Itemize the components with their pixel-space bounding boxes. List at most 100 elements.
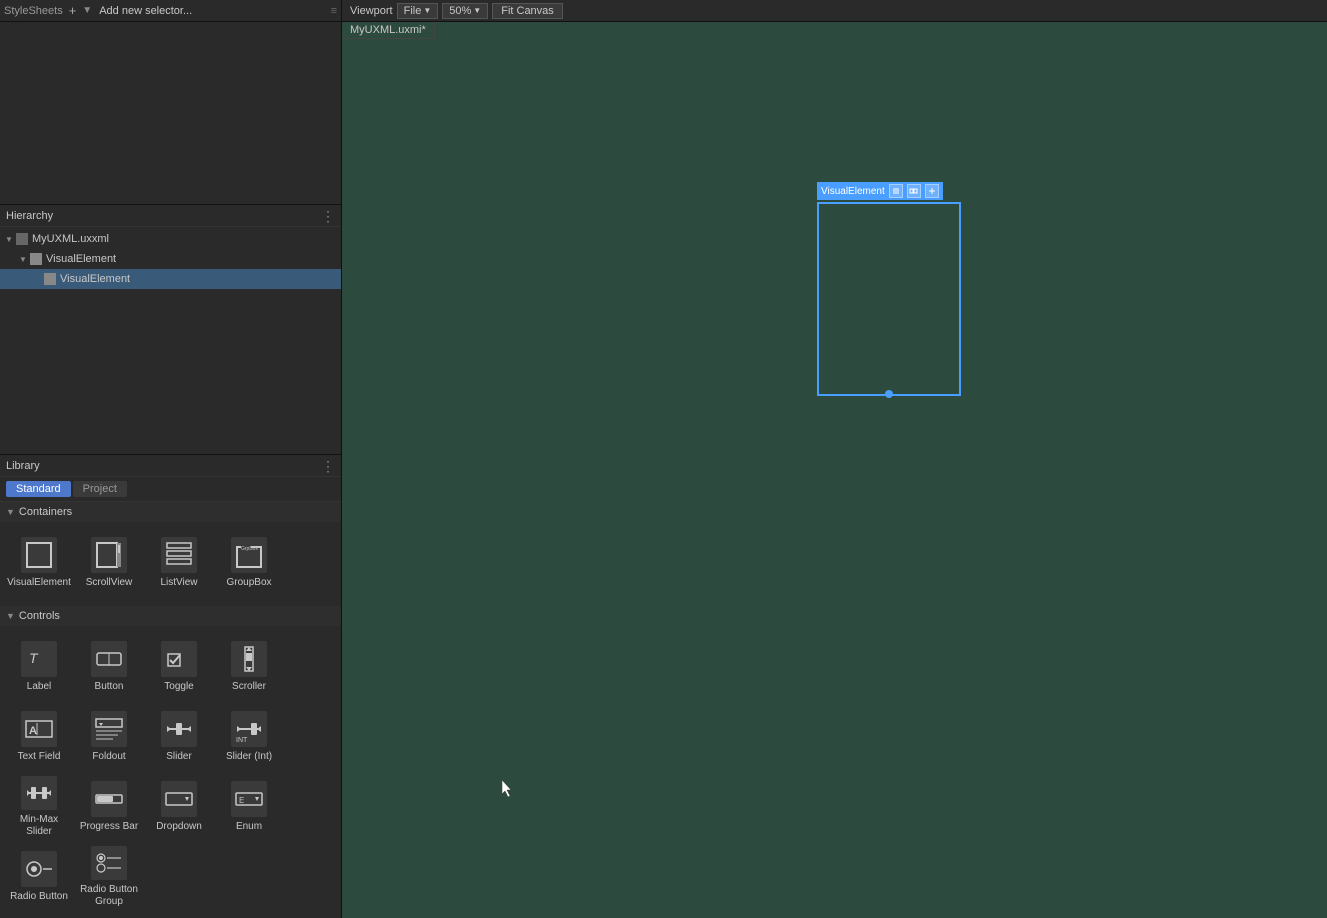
lib-item-groupbox[interactable]: GrpBox GroupBox — [214, 528, 284, 598]
dropdown-arrow-icon: ▼ — [82, 5, 92, 16]
containers-label: Containers — [19, 506, 72, 518]
canvas-area[interactable]: MyUXML.uxmi* VisualElement — [342, 22, 1327, 918]
textfield-icon: A — [21, 711, 57, 747]
category-controls: ▼ Controls T Label — [0, 606, 341, 918]
lib-item-rb-label: Radio Button — [10, 891, 68, 903]
lib-item-progress-bar[interactable]: Progress Bar — [74, 772, 144, 842]
hierarchy-menu-button[interactable]: ⋮ — [321, 209, 335, 223]
zoom-button[interactable]: 50% ▼ — [442, 3, 488, 19]
viewport-area: MyUXML.uxmi* VisualElement — [342, 22, 1327, 918]
tab-project[interactable]: Project — [73, 481, 127, 497]
viewport-label: Viewport — [350, 5, 393, 17]
controls-expand-icon: ▼ — [6, 611, 15, 621]
ve-resize-handle[interactable] — [885, 390, 893, 398]
category-controls-header[interactable]: ▼ Controls — [0, 606, 341, 626]
hierarchy-header: Hierarchy ⋮ — [0, 205, 341, 227]
file-dropdown-icon: ▼ — [423, 6, 431, 15]
visual-element-header: VisualElement — [817, 182, 943, 200]
lib-item-ve-label: VisualElement — [7, 577, 71, 589]
hierarchy-item-ve2[interactable]: ▶ VisualElement — [0, 269, 341, 289]
enum-icon: E — [231, 781, 267, 817]
lib-item-slider-int-label: Slider (Int) — [226, 751, 272, 763]
ve-btn-2[interactable] — [907, 184, 921, 198]
hierarchy-item-ve1[interactable]: ▼ VisualElement — [0, 249, 341, 269]
hierarchy-section: Hierarchy ⋮ ▼ MyUXML.uxxml ▼ VisualEleme… — [0, 205, 341, 455]
lib-item-button[interactable]: Button — [74, 632, 144, 702]
lib-item-label-label: Label — [27, 681, 51, 693]
main-content: Hierarchy ⋮ ▼ MyUXML.uxxml ▼ VisualEleme… — [0, 22, 1327, 918]
add-selector-label: Add new selector... — [99, 5, 192, 17]
lib-item-label[interactable]: T Label — [4, 632, 74, 702]
radio-button-group-icon — [91, 846, 127, 880]
lib-item-radio-button-group[interactable]: Radio Button Group — [74, 842, 144, 912]
library-content: ▼ Containers VisualElement — [0, 502, 341, 918]
lib-item-toggle[interactable]: Toggle — [144, 632, 214, 702]
library-tabs: Standard Project — [0, 477, 341, 502]
lib-item-tf-label: Text Field — [18, 751, 61, 763]
svg-text:E: E — [239, 796, 244, 805]
stylesheets-label: StyleSheets — [4, 5, 63, 17]
lib-item-slider[interactable]: Slider — [144, 702, 214, 772]
ve-content — [819, 204, 959, 394]
canvas-tab[interactable]: MyUXML.uxmi* — [342, 22, 435, 39]
file-label: File — [404, 5, 422, 17]
lib-item-toggle-label: Toggle — [164, 681, 193, 693]
add-selector-button[interactable]: + ▼ Add new selector... — [69, 3, 192, 18]
listview-icon — [161, 537, 197, 573]
radio-button-icon — [21, 851, 57, 887]
lib-item-scrollview[interactable]: ScrollView — [74, 528, 144, 598]
progress-bar-icon — [91, 781, 127, 817]
library-menu-button[interactable]: ⋮ — [321, 459, 335, 473]
svg-text:GrpBox: GrpBox — [241, 546, 258, 552]
lib-item-textfield[interactable]: A Text Field — [4, 702, 74, 772]
tab-standard[interactable]: Standard — [6, 481, 71, 497]
ve-btn-3[interactable] — [925, 184, 939, 198]
lib-item-minmax-slider[interactable]: Min-Max Slider — [4, 772, 74, 842]
ve-btn-1[interactable] — [889, 184, 903, 198]
lib-item-enum[interactable]: E Enum — [214, 772, 284, 842]
stylesheets-area — [0, 22, 341, 205]
category-containers: ▼ Containers VisualElement — [0, 502, 341, 604]
hierarchy-root-item[interactable]: ▼ MyUXML.uxxml — [0, 229, 341, 249]
stylesheets-menu-btn[interactable]: ≡ — [331, 5, 337, 17]
visual-element-icon — [21, 537, 57, 573]
lib-item-slider-label: Slider — [166, 751, 192, 763]
lib-item-lv-label: ListView — [160, 577, 197, 589]
hierarchy-title: Hierarchy — [6, 210, 53, 222]
canvas-visual-element[interactable]: VisualElement — [817, 202, 961, 396]
minmax-slider-icon — [21, 776, 57, 810]
lib-item-slider-int[interactable]: INT Slider (Int) — [214, 702, 284, 772]
svg-text:T: T — [29, 650, 39, 666]
slider-icon — [161, 711, 197, 747]
scrollview-icon — [91, 537, 127, 573]
lib-item-dropdown[interactable]: Dropdown — [144, 772, 214, 842]
fit-canvas-button[interactable]: Fit Canvas — [492, 3, 563, 19]
root-expand-icon: ▼ — [2, 232, 16, 246]
ve2-label: VisualElement — [60, 273, 130, 285]
top-bar: StyleSheets + ▼ Add new selector... ≡ Vi… — [0, 0, 1327, 22]
category-containers-header[interactable]: ▼ Containers — [0, 502, 341, 522]
fit-canvas-label: Fit Canvas — [501, 5, 554, 17]
toggle-icon — [161, 641, 197, 677]
dropdown-icon — [161, 781, 197, 817]
lib-item-mm-slider-label: Min-Max Slider — [6, 814, 72, 838]
viewport-header: Viewport File ▼ 50% ▼ Fit Canvas — [342, 0, 1327, 21]
cursor-indicator — [502, 780, 514, 798]
svg-text:A: A — [29, 725, 37, 737]
ve1-expand-icon: ▼ — [16, 252, 30, 266]
file-button[interactable]: File ▼ — [397, 3, 439, 19]
lib-item-scroller-label: Scroller — [232, 681, 266, 693]
canvas-tab-label: MyUXML.uxmi* — [350, 24, 426, 36]
lib-item-visual-element[interactable]: VisualElement — [4, 528, 74, 598]
plus-icon: + — [69, 3, 77, 18]
hierarchy-tree: ▼ MyUXML.uxxml ▼ VisualElement ▶ VisualE… — [0, 227, 341, 454]
containers-expand-icon: ▼ — [6, 507, 15, 517]
scroller-icon — [231, 641, 267, 677]
lib-item-radio-button[interactable]: Radio Button — [4, 842, 74, 912]
lib-item-listview[interactable]: ListView — [144, 528, 214, 598]
stylesheets-header: StyleSheets + ▼ Add new selector... ≡ — [0, 0, 342, 21]
tab-standard-label: Standard — [16, 483, 61, 495]
lib-item-scroller[interactable]: Scroller — [214, 632, 284, 702]
lib-item-foldout[interactable]: Foldout — [74, 702, 144, 772]
library-header: Library ⋮ — [0, 455, 341, 477]
